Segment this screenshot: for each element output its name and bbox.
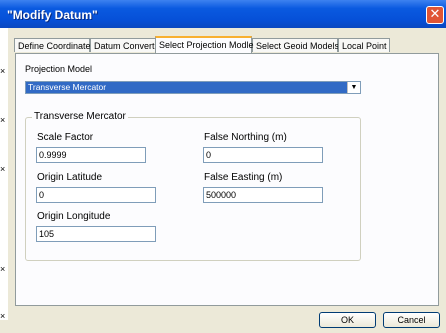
false-northing-label: False Northing (m)	[204, 132, 287, 143]
tab-datum-convert[interactable]: Datum Convert	[90, 38, 156, 52]
scale-factor-label: Scale Factor	[37, 132, 94, 143]
projection-model-value: Transverse Mercator	[28, 82, 107, 92]
close-icon: ×	[0, 115, 6, 125]
tab-label: Select Geoid Models	[256, 41, 340, 51]
close-icon: ×	[0, 264, 6, 274]
tab-select-geoid-models[interactable]: Select Geoid Models	[252, 38, 340, 52]
close-icon: ×	[0, 66, 6, 76]
scale-factor-field[interactable]: 0.9999	[36, 147, 146, 163]
tab-define-coordinate[interactable]: Define Coordinate	[14, 38, 91, 52]
close-icon: ×	[0, 164, 6, 174]
close-icon: ×	[0, 311, 6, 321]
chevron-down-icon[interactable]: ▼	[347, 82, 360, 93]
tab-select-projection-modle[interactable]: Select Projection Modle	[155, 36, 254, 53]
transverse-mercator-group: Transverse Mercator Scale Factor 0.9999 …	[25, 111, 361, 261]
false-easting-field[interactable]: 500000	[203, 187, 323, 203]
ok-button[interactable]: OK	[319, 312, 376, 328]
tab-local-point[interactable]: Local Point	[338, 38, 390, 52]
tab-label: Define Coordinate	[18, 41, 91, 51]
tab-label: Datum Convert	[94, 41, 155, 51]
origin-longitude-label: Origin Longitude	[37, 211, 111, 222]
projection-panel: Projection Model Transverse Mercator ▼ T…	[15, 53, 439, 306]
origin-latitude-label: Origin Latitude	[37, 172, 103, 183]
modify-datum-window: "Modify Datum" ✕ × × × × × Define Coordi…	[0, 0, 446, 333]
projection-model-label: Projection Model	[25, 64, 93, 74]
tab-label: Select Projection Modle	[159, 40, 254, 50]
tab-label: Local Point	[342, 41, 387, 51]
projection-model-select[interactable]: Transverse Mercator ▼	[25, 81, 361, 94]
false-easting-label: False Easting (m)	[204, 172, 283, 183]
false-northing-field[interactable]: 0	[203, 147, 323, 163]
group-legend: Transverse Mercator	[32, 111, 128, 122]
window-title: "Modify Datum"	[7, 8, 98, 22]
title-bar[interactable]: "Modify Datum" ✕	[0, 0, 446, 28]
cancel-button[interactable]: Cancel	[383, 312, 440, 328]
background-window-edge: × × × × ×	[0, 28, 8, 321]
origin-longitude-field[interactable]: 105	[36, 226, 156, 242]
close-icon[interactable]: ✕	[426, 6, 444, 24]
origin-latitude-field[interactable]: 0	[36, 187, 156, 203]
